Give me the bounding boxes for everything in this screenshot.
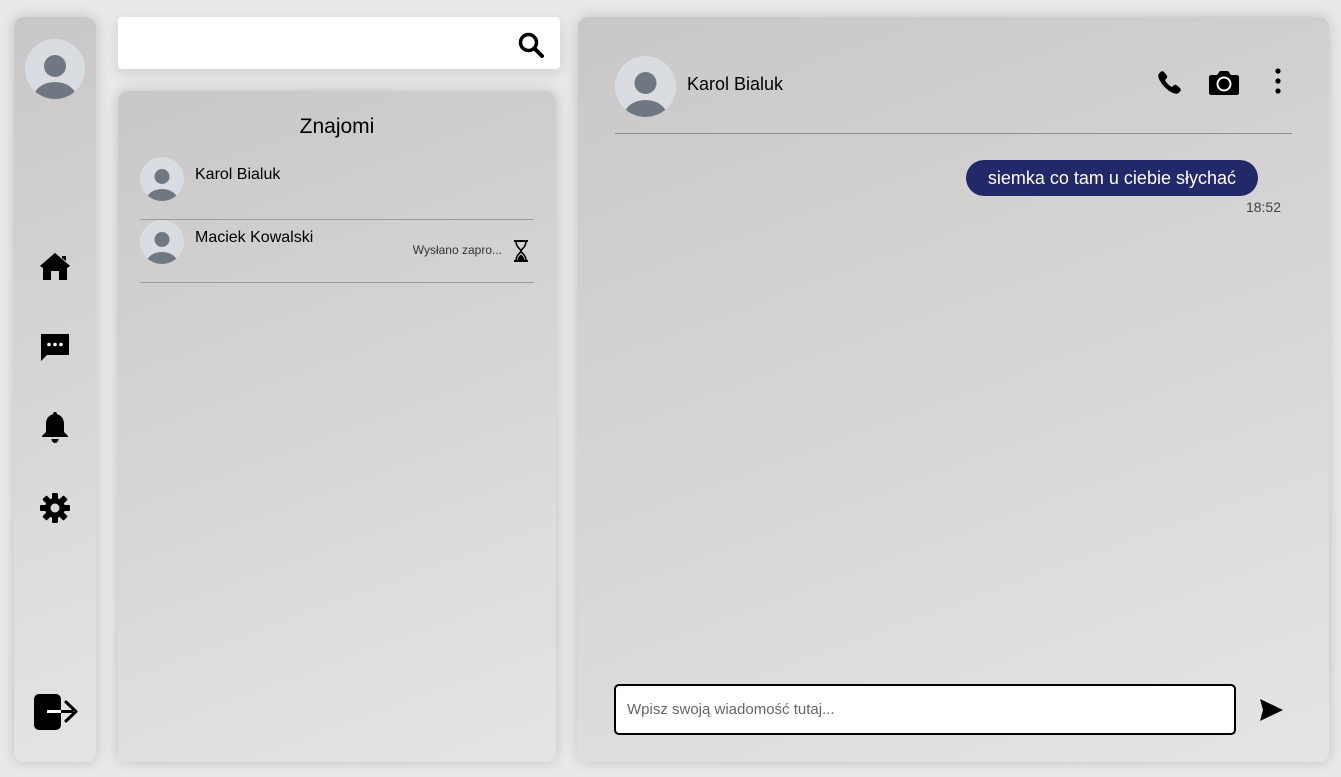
camera-icon[interactable] [1208, 67, 1240, 97]
gear-icon[interactable] [38, 491, 72, 525]
logout-icon[interactable] [33, 692, 79, 732]
friend-avatar [140, 157, 184, 201]
friend-item[interactable]: Maciek Kowalski Wysłano zapro... [140, 220, 534, 283]
contact-avatar [615, 56, 676, 117]
friends-title: Znajomi [299, 115, 375, 138]
hourglass-icon [512, 239, 530, 263]
message-input[interactable] [614, 684, 1236, 735]
more-options-icon[interactable] [1266, 67, 1290, 97]
contact-name: Karol Bialuk [687, 74, 784, 94]
header-divider [615, 133, 1292, 134]
search-input[interactable] [128, 27, 508, 59]
message-bubble: siemka co tam u ciebie słychać [965, 160, 1258, 196]
message-time: 18:52 [1245, 199, 1281, 215]
friend-name: Karol Bialuk [195, 166, 281, 183]
chat-panel: Karol Bialuk siemka co tam u ciebie słyc… [578, 17, 1329, 762]
phone-icon[interactable] [1155, 67, 1185, 97]
friend-item[interactable]: Karol Bialuk [140, 157, 534, 220]
search-icon[interactable] [518, 32, 544, 58]
chat-icon[interactable] [38, 330, 72, 364]
friends-panel: Znajomi Karol Bialuk Maciek Kowalski Wys… [118, 91, 556, 762]
sidebar [14, 17, 96, 762]
send-icon[interactable] [1258, 697, 1284, 723]
friend-name: Maciek Kowalski [195, 229, 314, 246]
friend-avatar [140, 220, 184, 264]
friend-request-status: Wysłano zapro... [412, 243, 502, 257]
user-avatar[interactable] [25, 39, 85, 99]
search-bar [118, 17, 560, 69]
home-icon[interactable] [38, 249, 72, 283]
bell-icon[interactable] [38, 410, 72, 444]
